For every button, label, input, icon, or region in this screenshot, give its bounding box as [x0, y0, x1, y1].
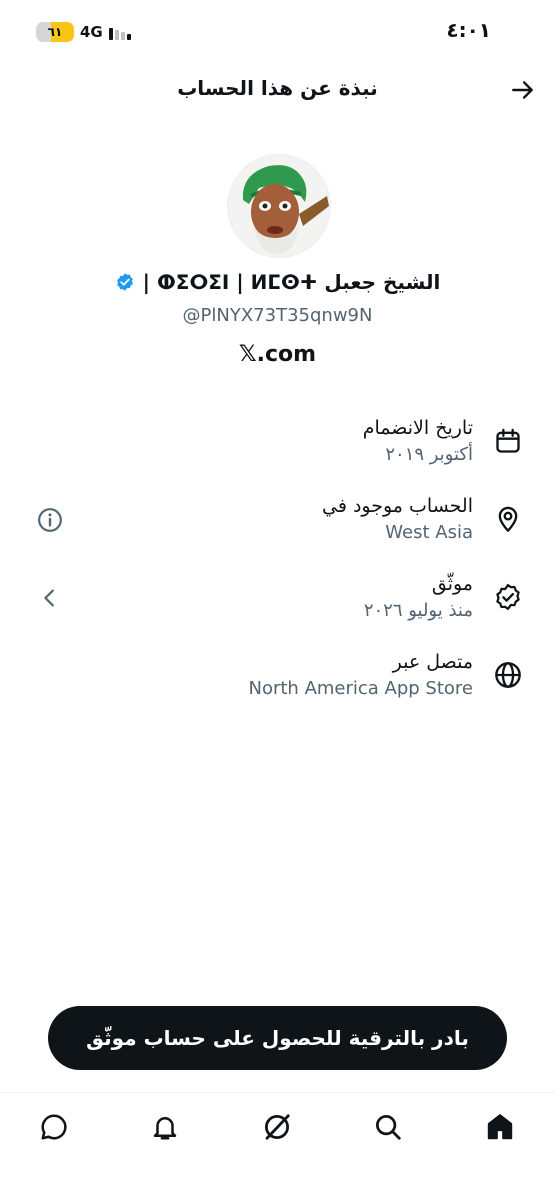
profile-name: الشيخ جعبل ⵀⵉⵔⵉⵏ | ⵍⵎⵙⵜ |: [142, 270, 441, 294]
battery-percent: ٦١: [47, 25, 63, 39]
info-title: تاريخ الانضمام: [362, 417, 473, 439]
profile-name-row: الشيخ جعبل ⵀⵉⵔⵉⵏ | ⵍⵎⵙⵜ |: [0, 270, 555, 294]
location-pin-icon: [493, 504, 523, 534]
info-value: أكتوبر ٢٠١٩: [385, 444, 473, 465]
verified-check-icon: [493, 582, 523, 612]
info-item-location: الحساب موجود في West Asia: [0, 492, 555, 562]
status-time: ٤:٠١: [446, 18, 491, 42]
verified-badge-icon: [116, 273, 133, 291]
info-item-connected-via: متصل عبر North America App Store: [0, 648, 555, 718]
status-bar: ٦١ 4G ٤:٠١: [0, 0, 555, 64]
status-indicators: ٦١ 4G: [36, 20, 131, 44]
arrow-right-icon: [512, 81, 533, 99]
page-title: نبذة عن هذا الحساب: [177, 76, 378, 100]
messages-icon[interactable]: [34, 1107, 74, 1147]
info-title: موثّق: [431, 573, 473, 595]
info-item-verified[interactable]: موثّق منذ يوليو ٢٠٢٦: [0, 570, 555, 640]
avatar-image: [229, 156, 329, 256]
upgrade-button[interactable]: بادر بالترقية للحصول على حساب موثّق: [48, 1006, 507, 1070]
info-circle-icon: [38, 508, 62, 532]
battery-icon: ٦١: [36, 22, 74, 42]
info-item-joined: تاريخ الانضمام أكتوبر ٢٠١٩: [0, 414, 555, 484]
bottom-nav: [0, 1092, 555, 1200]
info-value: منذ يوليو ٢٠٢٦: [363, 600, 473, 621]
info-value: North America App Store: [248, 678, 474, 699]
chevron-left-icon[interactable]: [36, 584, 64, 612]
signal-icon: [108, 24, 131, 40]
notifications-icon[interactable]: [145, 1107, 185, 1147]
calendar-icon: [493, 426, 523, 456]
globe-icon: [493, 660, 523, 690]
info-title: متصل عبر: [392, 651, 473, 673]
info-title: الحساب موجود في: [322, 495, 473, 517]
grok-icon[interactable]: [257, 1107, 297, 1147]
profile-handle: @PlNYX73T35qnw9N: [182, 305, 373, 326]
header: نبذة عن هذا الحساب: [0, 64, 555, 116]
network-type: 4G: [80, 23, 103, 41]
info-button[interactable]: [36, 506, 64, 534]
home-icon[interactable]: [480, 1107, 520, 1147]
search-icon[interactable]: [368, 1107, 408, 1147]
info-value: West Asia: [385, 522, 473, 543]
site-label: 𝕏.com: [238, 342, 317, 367]
back-button[interactable]: [507, 74, 539, 106]
avatar[interactable]: [227, 154, 331, 258]
